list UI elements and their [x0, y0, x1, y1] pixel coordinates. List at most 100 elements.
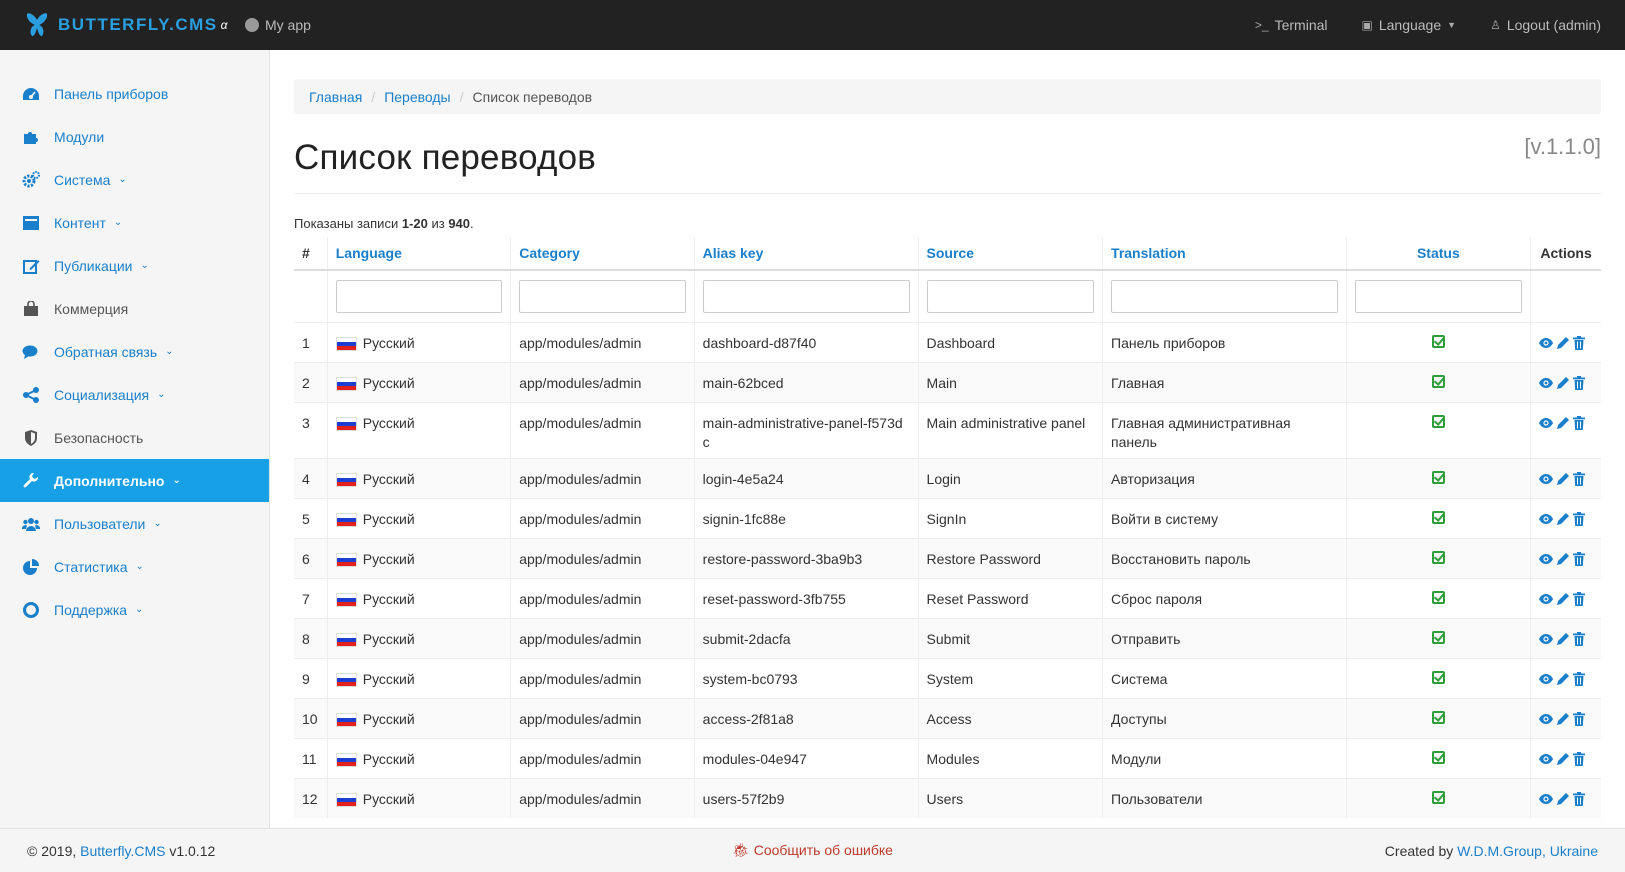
view-icon[interactable]	[1539, 592, 1554, 606]
breadcrumb-separator: /	[371, 88, 376, 105]
column-header-language[interactable]: Language	[327, 237, 512, 271]
translation-cell: Панель приборов	[1102, 321, 1347, 362]
edit-icon[interactable]	[1556, 672, 1570, 686]
sidebar-item-statistics[interactable]: Статистика ⌄	[0, 545, 269, 588]
view-icon[interactable]	[1539, 472, 1554, 486]
sidebar-item-commerce[interactable]: Коммерция	[0, 287, 269, 330]
sidebar-item-modules[interactable]: Модули	[0, 115, 269, 158]
delete-icon[interactable]	[1573, 711, 1587, 726]
view-icon[interactable]	[1539, 552, 1554, 566]
edit-icon[interactable]	[1556, 632, 1570, 646]
delete-icon[interactable]	[1573, 335, 1587, 350]
check-square-icon[interactable]	[1431, 750, 1445, 764]
status-filter-input[interactable]	[1354, 279, 1523, 313]
language-icon: ▣	[1361, 18, 1373, 32]
category-filter-input[interactable]	[519, 279, 686, 313]
check-square-icon[interactable]	[1431, 510, 1445, 524]
edit-icon[interactable]	[1556, 472, 1570, 486]
my-app-link[interactable]: My app	[245, 0, 311, 50]
delete-icon[interactable]	[1573, 551, 1587, 566]
edit-icon[interactable]	[1556, 592, 1570, 606]
check-square-icon[interactable]	[1431, 790, 1445, 804]
source-filter-input[interactable]	[926, 279, 1095, 313]
delete-icon[interactable]	[1573, 471, 1587, 486]
users-icon	[22, 515, 40, 533]
sidebar-item-additional[interactable]: Дополнительно ⌄	[0, 459, 269, 502]
sidebar-item-publications[interactable]: Публикации ⌄	[0, 244, 269, 287]
cms-link[interactable]: Butterfly.CMS	[80, 843, 165, 859]
logout-link[interactable]: ♙ Logout (admin)	[1490, 17, 1601, 33]
edit-icon[interactable]	[1556, 712, 1570, 726]
category-cell: app/modules/admin	[510, 537, 695, 578]
check-square-icon[interactable]	[1431, 414, 1445, 428]
delete-icon[interactable]	[1573, 671, 1587, 686]
row-number: 4	[294, 457, 328, 498]
edit-icon[interactable]	[1556, 512, 1570, 526]
check-square-icon[interactable]	[1431, 670, 1445, 684]
breadcrumb-home[interactable]: Главная	[309, 89, 362, 105]
brand[interactable]: BUTTERFLY.CMS α	[0, 0, 245, 50]
row-number: 3	[294, 401, 328, 458]
check-square-icon[interactable]	[1431, 550, 1445, 564]
sidebar-item-system[interactable]: Система ⌄	[0, 158, 269, 201]
delete-icon[interactable]	[1573, 415, 1587, 430]
column-header-translation[interactable]: Translation	[1102, 237, 1347, 271]
wrench-icon	[22, 472, 40, 490]
view-icon[interactable]	[1539, 712, 1554, 726]
delete-icon[interactable]	[1573, 791, 1587, 806]
edit-icon	[22, 257, 40, 275]
edit-icon[interactable]	[1556, 792, 1570, 806]
check-square-icon[interactable]	[1431, 470, 1445, 484]
view-icon[interactable]	[1539, 792, 1554, 806]
view-icon[interactable]	[1539, 416, 1554, 430]
column-header-alias[interactable]: Alias key	[694, 237, 919, 271]
column-header-source[interactable]: Source	[918, 237, 1104, 271]
sidebar-item-support[interactable]: Поддержка ⌄	[0, 588, 269, 631]
delete-icon[interactable]	[1573, 631, 1587, 646]
sidebar-item-users[interactable]: Пользователи ⌄	[0, 502, 269, 545]
sidebar-item-label: Панель приборов	[54, 85, 169, 102]
edit-icon[interactable]	[1556, 552, 1570, 566]
sidebar-item-social[interactable]: Социализация ⌄	[0, 373, 269, 416]
edit-icon[interactable]	[1556, 376, 1570, 390]
category-cell: app/modules/admin	[510, 577, 695, 618]
delete-icon[interactable]	[1573, 591, 1587, 606]
column-header-category[interactable]: Category	[510, 237, 695, 271]
report-bug-link[interactable]: 🐞︎ Сообщить об ошибке	[732, 842, 893, 858]
sidebar-item-feedback[interactable]: Обратная связь ⌄	[0, 330, 269, 373]
sidebar-item-label: Обратная связь	[54, 343, 158, 360]
check-square-icon[interactable]	[1431, 590, 1445, 604]
edit-icon[interactable]	[1556, 416, 1570, 430]
language-filter-input[interactable]	[335, 279, 503, 313]
company-link[interactable]: W.D.M.Group, Ukraine	[1457, 843, 1598, 859]
view-icon[interactable]	[1539, 752, 1554, 766]
sidebar-item-label: Модули	[54, 128, 105, 145]
delete-icon[interactable]	[1573, 375, 1587, 390]
check-square-icon[interactable]	[1431, 334, 1445, 348]
terminal-link[interactable]: >_ Terminal	[1255, 17, 1328, 33]
sidebar-item-content[interactable]: Контент ⌄	[0, 201, 269, 244]
delete-icon[interactable]	[1573, 751, 1587, 766]
breadcrumb-translations[interactable]: Переводы	[384, 89, 450, 105]
status-cell	[1346, 361, 1532, 402]
column-header-status[interactable]: Status	[1346, 237, 1532, 271]
check-square-icon[interactable]	[1431, 374, 1445, 388]
language-dropdown[interactable]: ▣ Language ▼	[1362, 17, 1457, 33]
view-icon[interactable]	[1539, 632, 1554, 646]
delete-icon[interactable]	[1573, 511, 1587, 526]
translation-filter-input[interactable]	[1111, 279, 1338, 313]
view-icon[interactable]	[1539, 376, 1554, 390]
translation-cell: Отправить	[1102, 617, 1347, 658]
alias-cell: signin-1fc88e	[694, 497, 919, 538]
alias-cell: restore-password-3ba9b3	[694, 537, 919, 578]
sidebar-item-security[interactable]: Безопасность	[0, 416, 269, 459]
edit-icon[interactable]	[1556, 336, 1570, 350]
alias-filter-input[interactable]	[702, 279, 910, 313]
edit-icon[interactable]	[1556, 752, 1570, 766]
check-square-icon[interactable]	[1431, 630, 1445, 644]
view-icon[interactable]	[1539, 336, 1554, 350]
check-square-icon[interactable]	[1431, 710, 1445, 724]
sidebar-item-dashboard[interactable]: Панель приборов	[0, 72, 269, 115]
view-icon[interactable]	[1539, 672, 1554, 686]
view-icon[interactable]	[1539, 512, 1554, 526]
